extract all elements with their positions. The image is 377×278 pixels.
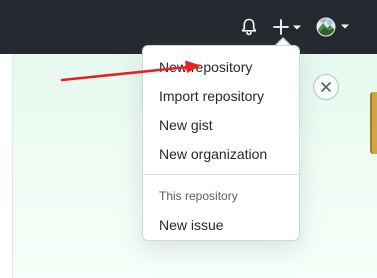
create-new-button[interactable]: [273, 18, 303, 36]
bell-icon[interactable]: [241, 18, 257, 36]
caret-down-icon: [341, 24, 349, 29]
menu-section-label: This repository: [159, 189, 238, 203]
caret-down-icon: [293, 25, 301, 30]
close-banner-button[interactable]: [313, 74, 339, 100]
menu-item-new-gist[interactable]: New gist: [144, 112, 300, 138]
menu-item-new-issue[interactable]: New issue: [144, 212, 300, 238]
menu-item-new-repository[interactable]: New repository: [144, 54, 300, 80]
left-panel-edge: [0, 54, 13, 278]
menu-divider: [144, 174, 300, 175]
avatar: [317, 18, 335, 36]
menu-item-new-organization[interactable]: New organization: [144, 141, 300, 167]
plus-icon: [273, 19, 289, 35]
page-edge-widget: [370, 92, 377, 154]
close-icon: [321, 82, 331, 92]
user-menu-button[interactable]: [316, 17, 352, 37]
menu-item-import-repository[interactable]: Import repository: [144, 83, 300, 109]
create-new-dropdown: New repository Import repository New gis…: [142, 45, 300, 241]
